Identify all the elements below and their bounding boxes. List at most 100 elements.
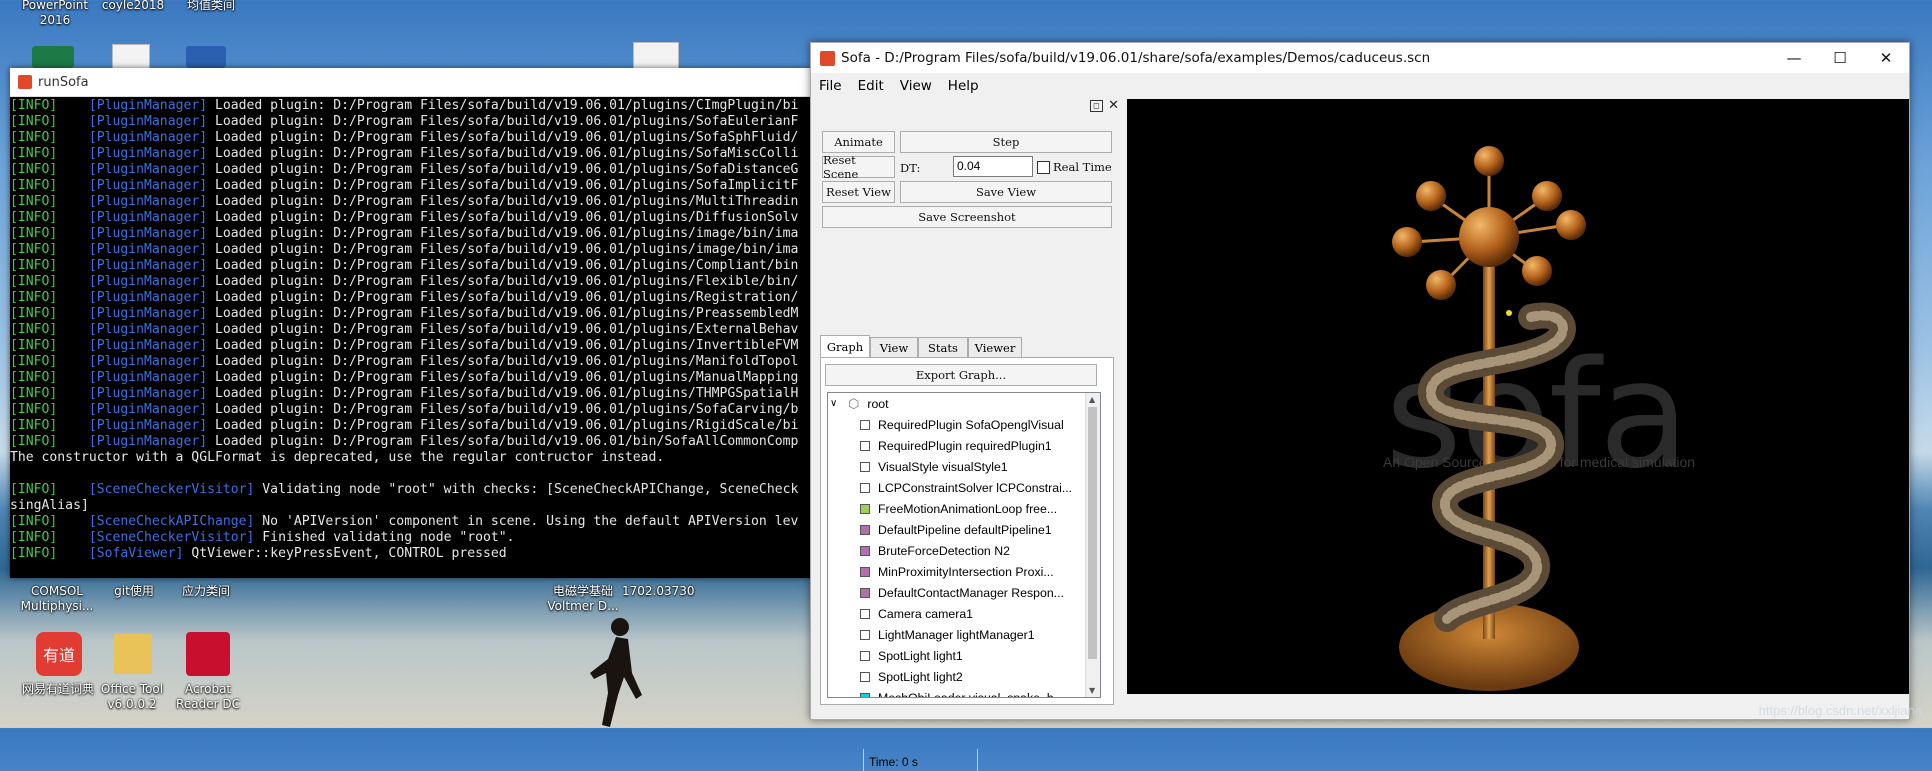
tab-stats[interactable]: Stats xyxy=(918,337,968,357)
log-message: Loaded plugin: D:/Program Files/sofa/bui… xyxy=(215,306,799,321)
tree-node[interactable]: Camera camera1 xyxy=(828,603,1100,624)
status-separator xyxy=(863,749,864,771)
log-level-tag: [INFO] xyxy=(10,194,58,209)
log-level-tag: [INFO] xyxy=(10,514,58,529)
close-icon[interactable]: ✕ xyxy=(1863,43,1909,73)
control-panel: ◻ ✕ Animate Step Reset Scene DT: 0.04 Re… xyxy=(811,98,1125,771)
scroll-up-icon[interactable]: ▲ xyxy=(1089,395,1095,404)
desktop-label-comsol[interactable]: COMSOL Multiphysi... xyxy=(20,584,94,614)
log-component-tag: [PluginManager] xyxy=(88,370,208,385)
watermark-url: https://blog.csdn.net/xxljiang xyxy=(1758,703,1922,718)
scroll-down-icon[interactable]: ▼ xyxy=(1089,686,1095,695)
log-component-tag: [PluginManager] xyxy=(88,178,208,193)
terminal-line: [INFO] [PluginManager] Loaded plugin: D:… xyxy=(10,354,812,370)
terminal-output[interactable]: [INFO] [PluginManager] Loaded plugin: D:… xyxy=(10,98,812,578)
menu-file[interactable]: File xyxy=(811,78,850,94)
reset-view-button[interactable]: Reset View xyxy=(822,181,895,203)
log-component-tag: [PluginManager] xyxy=(88,130,208,145)
desktop-icon-youdao[interactable]: 网易有道词典 xyxy=(22,682,94,697)
scene-graph-tree[interactable]: ∨ ⬡ root RequiredPlugin SofaOpenglVisual… xyxy=(827,392,1101,698)
scrollbar-thumb[interactable] xyxy=(1088,407,1097,659)
youdao-icon[interactable]: 有道 xyxy=(36,632,82,676)
tree-node[interactable]: DefaultPipeline defaultPipeline1 xyxy=(828,519,1100,540)
desktop-label-stress[interactable]: 应力类间 xyxy=(174,584,238,599)
tree-node-label: MinProximityIntersection Proxi... xyxy=(878,564,1054,579)
save-view-button[interactable]: Save View xyxy=(900,181,1112,203)
menu-help[interactable]: Help xyxy=(940,78,987,94)
animate-button[interactable]: Animate xyxy=(822,131,895,153)
log-level-tag: [INFO] xyxy=(10,210,58,225)
undock-icon[interactable]: ◻ xyxy=(1090,100,1103,112)
log-component-tag: [PluginManager] xyxy=(88,306,208,321)
tree-node[interactable]: DefaultContactManager Respon... xyxy=(828,582,1100,603)
tree-scrollbar[interactable]: ▲ ▼ xyxy=(1085,393,1100,697)
terminal-line: [INFO] [PluginManager] Loaded plugin: D:… xyxy=(10,386,812,402)
tree-node[interactable]: MinProximityIntersection Proxi... xyxy=(828,561,1100,582)
log-level-tag: [INFO] xyxy=(10,242,58,257)
log-message: Loaded plugin: D:/Program Files/sofa/bui… xyxy=(215,130,799,145)
tree-node[interactable]: FreeMotionAnimationLoop free... xyxy=(828,498,1100,519)
desktop-label-voltmer[interactable]: 电磁学基础 Voltmer D... xyxy=(544,584,622,614)
sofa-titlebar[interactable]: Sofa - D:/Program Files/sofa/build/v19.0… xyxy=(811,43,1909,73)
desktop-icon-office-tool[interactable]: Office Tool v6.0.0.2 xyxy=(96,682,168,712)
desktop-icon-coyle2018[interactable]: coyle2018 xyxy=(98,0,168,13)
log-message: Loaded plugin: D:/Program Files/sofa/bui… xyxy=(215,418,799,433)
step-button[interactable]: Step xyxy=(900,131,1112,153)
folder-icon[interactable] xyxy=(114,634,152,674)
tree-node-label: RequiredPlugin SofaOpenglVisual xyxy=(878,417,1064,432)
desktop-label-pdf[interactable]: 1702.03730 xyxy=(622,584,695,599)
minimize-icon[interactable]: — xyxy=(1771,43,1817,73)
reset-scene-button[interactable]: Reset Scene xyxy=(822,153,895,181)
tree-node-label: VisualStyle visualStyle1 xyxy=(878,459,1008,474)
chevron-down-icon[interactable]: ∨ xyxy=(830,398,844,409)
export-graph-button[interactable]: Export Graph... xyxy=(825,364,1097,386)
tree-node[interactable]: BruteForceDetection N2 xyxy=(828,540,1100,561)
log-component-tag: [PluginManager] xyxy=(88,386,208,401)
document-icon-2[interactable] xyxy=(633,42,679,70)
log-message: Loaded plugin: D:/Program Files/sofa/bui… xyxy=(215,242,799,257)
tree-node[interactable]: SpotLight light2 xyxy=(828,666,1100,687)
save-screenshot-button[interactable]: Save Screenshot xyxy=(822,206,1112,228)
terminal-titlebar[interactable]: runSofa xyxy=(10,68,812,97)
tab-graph[interactable]: Graph xyxy=(820,335,870,357)
menu-view[interactable]: View xyxy=(892,78,940,94)
log-level-tag: [INFO] xyxy=(10,162,58,177)
real-time-checkbox[interactable] xyxy=(1037,161,1050,174)
tree-node[interactable]: MeshObjLoader visual_snake_b... xyxy=(828,687,1100,698)
log-component-tag: [PluginManager] xyxy=(88,98,208,113)
3d-viewport[interactable]: sofa An Open Source framework for medica… xyxy=(1127,99,1909,694)
desktop-icon-folder[interactable]: 均值类间 xyxy=(176,0,246,13)
terminal-line: [INFO] [PluginManager] Loaded plugin: D:… xyxy=(10,258,812,274)
desktop-icon-powerpoint[interactable]: PowerPoint 2016 xyxy=(20,0,90,28)
menu-edit[interactable]: Edit xyxy=(850,78,892,94)
tree-node[interactable]: RequiredPlugin SofaOpenglVisual xyxy=(828,414,1100,435)
maximize-icon[interactable]: ☐ xyxy=(1817,43,1863,73)
sofa-window[interactable]: Sofa - D:/Program Files/sofa/build/v19.0… xyxy=(810,42,1910,771)
log-level-tag: [INFO] xyxy=(10,546,58,561)
log-component-tag: [PluginManager] xyxy=(88,114,208,129)
tab-view[interactable]: View xyxy=(870,337,918,357)
tree-node[interactable]: SpotLight light1 xyxy=(828,645,1100,666)
log-message: Loaded plugin: D:/Program Files/sofa/bui… xyxy=(215,402,799,417)
excel-icon[interactable] xyxy=(32,46,74,68)
word-icon[interactable] xyxy=(186,46,226,68)
terminal-line: [INFO] [PluginManager] Loaded plugin: D:… xyxy=(10,210,812,226)
desktop-icon-acrobat[interactable]: Acrobat Reader DC xyxy=(172,682,244,712)
tree-node-label: MeshObjLoader visual_snake_b... xyxy=(878,690,1064,698)
dt-input[interactable]: 0.04 xyxy=(953,156,1033,177)
tree-root[interactable]: ∨ ⬡ root xyxy=(828,393,1100,414)
desktop-label-git[interactable]: git使用 xyxy=(104,584,164,599)
component-type-icon xyxy=(860,503,870,514)
tab-viewer[interactable]: Viewer xyxy=(968,337,1022,357)
dock-close-icon[interactable]: ✕ xyxy=(1108,98,1119,113)
terminal-title: runSofa xyxy=(38,74,89,90)
document-icon[interactable] xyxy=(112,44,150,70)
tree-node[interactable]: VisualStyle visualStyle1 xyxy=(828,456,1100,477)
tree-node[interactable]: RequiredPlugin requiredPlugin1 xyxy=(828,435,1100,456)
tree-node[interactable]: LCPConstraintSolver lCPConstrai... xyxy=(828,477,1100,498)
log-level-tag: [INFO] xyxy=(10,258,58,273)
tree-node[interactable]: LightManager lightManager1 xyxy=(828,624,1100,645)
component-type-icon xyxy=(860,440,870,451)
terminal-window[interactable]: runSofa [INFO] [PluginManager] Loaded pl… xyxy=(10,68,812,578)
acrobat-icon[interactable] xyxy=(186,632,230,676)
